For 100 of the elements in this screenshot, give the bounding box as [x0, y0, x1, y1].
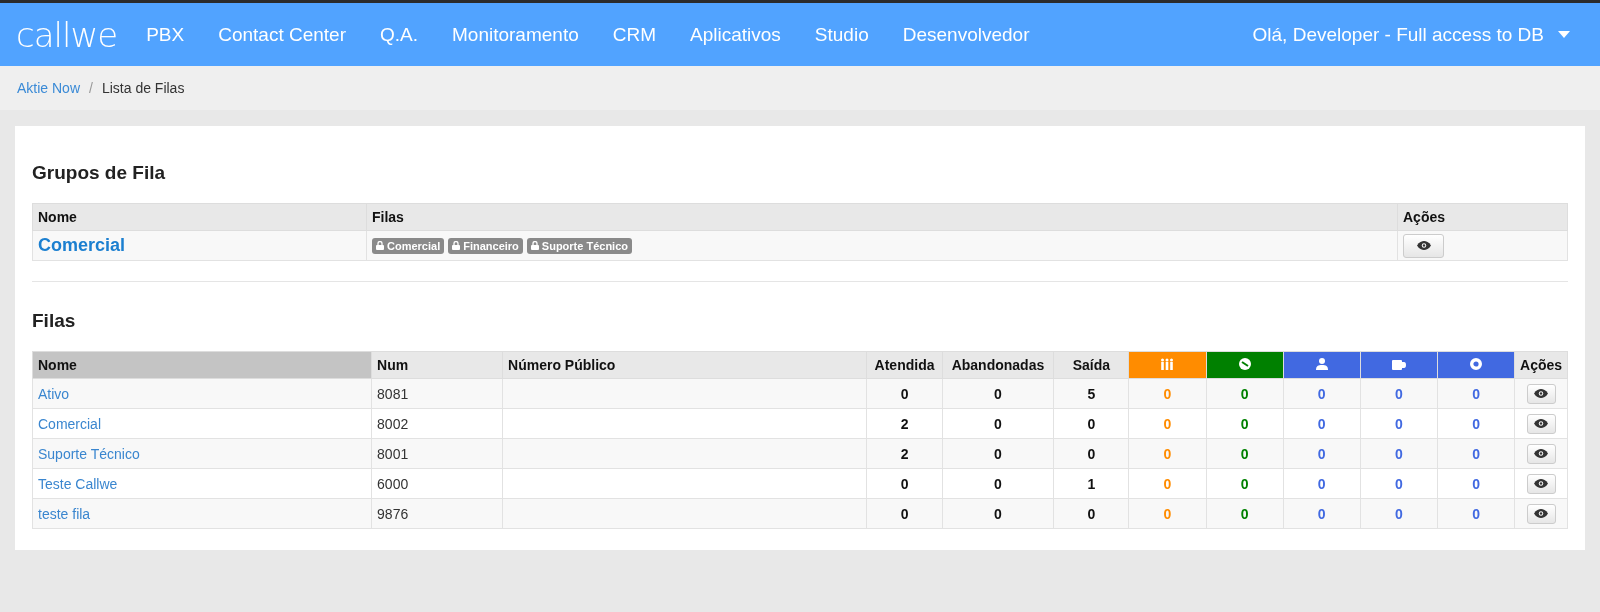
- eye-icon: [1534, 419, 1549, 428]
- status-column-header[interactable]: [1206, 351, 1284, 379]
- column-header[interactable]: Nome: [32, 351, 372, 379]
- table-cell: 9876: [377, 505, 409, 522]
- view-button[interactable]: [1526, 413, 1556, 434]
- table-cell: 8081: [377, 385, 409, 402]
- count-value: 0: [994, 445, 1002, 462]
- status-count: 0: [1163, 475, 1172, 492]
- status-count: 0: [1240, 505, 1249, 522]
- queue-tag: Financeiro: [448, 237, 523, 254]
- status-count: 0: [1240, 475, 1249, 492]
- cup-icon: [1391, 360, 1406, 370]
- nav-link[interactable]: PBX: [129, 23, 202, 46]
- column-header: Filas: [366, 203, 1398, 231]
- status-count: 0: [1317, 505, 1326, 522]
- status-count: 0: [1163, 445, 1172, 462]
- nav-link[interactable]: Monitoramento: [435, 23, 596, 46]
- user-icon: [1315, 358, 1328, 370]
- lock-icon: [530, 241, 539, 250]
- column-header[interactable]: Número Público: [502, 351, 867, 379]
- nav-link[interactable]: Contact Center: [201, 23, 363, 46]
- column-header[interactable]: Ações: [1514, 351, 1568, 379]
- status-count: 0: [1472, 445, 1480, 462]
- column-header: Ações: [1397, 203, 1568, 231]
- nav-link[interactable]: Desenvolvedor: [885, 23, 1047, 46]
- nav-link[interactable]: Studio: [797, 23, 886, 46]
- count-value: 0: [900, 385, 909, 402]
- column-header: Nome: [32, 203, 367, 231]
- count-value: 0: [994, 415, 1002, 432]
- logo[interactable]: callwe: [16, 14, 118, 55]
- count-value: 0: [900, 475, 909, 492]
- queue-tag: Suporte Técnico: [526, 237, 632, 254]
- breadcrumb-separator: /: [89, 80, 93, 96]
- status-count: 0: [1472, 505, 1480, 522]
- lock-icon: [452, 241, 461, 250]
- people-icon: [1160, 358, 1175, 370]
- queue-link[interactable]: teste fila: [38, 505, 91, 522]
- view-button[interactable]: [1526, 473, 1556, 494]
- status-count: 0: [1163, 415, 1172, 432]
- count-value: 0: [1087, 415, 1096, 432]
- queue-link[interactable]: Comercial: [38, 415, 101, 432]
- status-count: 0: [1317, 385, 1326, 402]
- status-count: 0: [1395, 445, 1403, 462]
- eye-icon: [1416, 241, 1431, 250]
- nav-link[interactable]: Aplicativos: [673, 23, 798, 46]
- view-button[interactable]: [1526, 383, 1556, 404]
- count-value: 5: [1087, 385, 1096, 402]
- count-value: 2: [900, 415, 909, 432]
- status-count: 0: [1163, 385, 1172, 402]
- view-button[interactable]: [1526, 503, 1556, 524]
- queue-link[interactable]: Ativo: [38, 385, 70, 402]
- queue-link[interactable]: Teste Callwe: [38, 475, 118, 492]
- queue-link[interactable]: Suporte Técnico: [38, 445, 140, 462]
- table-cell: 8002: [377, 415, 409, 432]
- column-header[interactable]: Abandonadas: [942, 351, 1054, 379]
- eye-icon: [1534, 389, 1549, 398]
- status-count: 0: [1395, 505, 1403, 522]
- column-header[interactable]: Atendida: [867, 351, 943, 379]
- breadcrumb-current: Lista de Filas: [101, 80, 185, 96]
- status-count: 0: [1395, 415, 1403, 432]
- count-value: 0: [900, 505, 909, 522]
- status-count: 0: [1472, 385, 1480, 402]
- table-cell: 8001: [377, 445, 409, 462]
- eye-icon: [1534, 449, 1549, 458]
- status-count: 0: [1240, 415, 1249, 432]
- view-button[interactable]: [1526, 443, 1556, 464]
- count-value: 0: [994, 385, 1002, 402]
- eye-icon: [1534, 479, 1549, 488]
- nav-link[interactable]: CRM: [595, 23, 673, 46]
- lock-icon: [376, 241, 384, 250]
- count-value: 0: [994, 505, 1002, 522]
- queue-tag: Comercial: [372, 237, 445, 254]
- status-count: 0: [1472, 415, 1480, 432]
- view-button[interactable]: [1403, 233, 1444, 258]
- caret-icon: [1558, 31, 1570, 38]
- ring-icon: [1470, 358, 1483, 370]
- status-column-header[interactable]: [1283, 351, 1361, 379]
- group-link[interactable]: Comercial: [38, 235, 126, 255]
- section-title: Filas: [32, 310, 77, 332]
- count-value: 0: [994, 475, 1002, 492]
- slash-circle-icon: [1238, 358, 1251, 370]
- status-count: 0: [1395, 385, 1403, 402]
- status-count: 0: [1317, 475, 1326, 492]
- count-value: 0: [1087, 445, 1096, 462]
- eye-icon: [1534, 509, 1549, 518]
- breadcrumb-link[interactable]: Aktie Now: [17, 80, 81, 96]
- nav-link[interactable]: Q.A.: [363, 23, 435, 46]
- user-menu[interactable]: Olá, Developer - Full access to DB: [1252, 23, 1584, 46]
- status-column-header[interactable]: [1437, 351, 1515, 379]
- column-header[interactable]: Saída: [1053, 351, 1129, 379]
- status-count: 0: [1240, 445, 1249, 462]
- status-count: 0: [1240, 385, 1249, 402]
- status-count: 0: [1472, 475, 1480, 492]
- column-header[interactable]: Num: [371, 351, 503, 379]
- section-title: Grupos de Fila: [32, 162, 167, 184]
- status-count: 0: [1317, 445, 1326, 462]
- status-count: 0: [1395, 475, 1403, 492]
- status-count: 0: [1163, 505, 1172, 522]
- count-value: 2: [900, 445, 909, 462]
- status-column-header[interactable]: [1360, 351, 1438, 379]
